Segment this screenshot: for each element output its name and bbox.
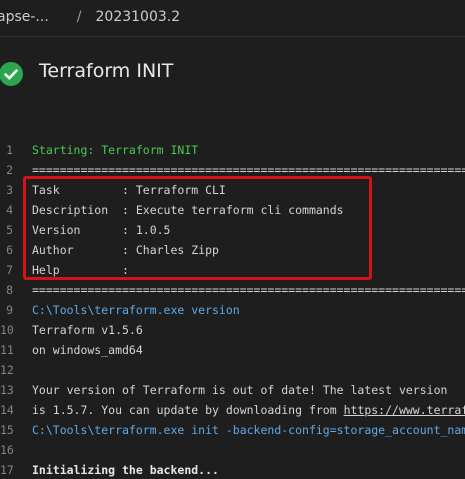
log-text: C:\Tools\terraform.exe version — [32, 300, 240, 320]
log-text-segment: ========================================… — [32, 163, 465, 177]
line-number: 16 — [0, 443, 14, 457]
line-number: 11 — [0, 343, 14, 357]
log-text-segment: Author : Charles Zipp — [32, 243, 219, 257]
log-text-segment: Help : — [32, 263, 129, 277]
log-text: ========================================… — [32, 280, 465, 300]
log-text-segment: ========================================… — [32, 283, 465, 297]
success-check-icon — [0, 62, 23, 86]
log-text: Version : 1.0.5 — [32, 220, 170, 240]
log-text-segment: C:\Tools\terraform.exe init -backend-con… — [32, 423, 465, 437]
log-text-segment: Version : 1.0.5 — [32, 223, 171, 237]
log-line: 4 Description : Execute terraform cli com… — [0, 200, 465, 220]
log-line: 6 Author : Charles Zipp — [0, 240, 465, 260]
log-text: Starting: Terraform INIT — [32, 140, 198, 160]
log-text-segment: is 1.5.7. You can update by downloading … — [32, 403, 344, 417]
line-number: 8 — [6, 283, 13, 297]
log-line: 2 =======================================… — [0, 160, 465, 180]
log-output[interactable]: 1 Starting: Terraform INIT 2 ==============… — [0, 140, 465, 479]
log-line: 12 — [0, 360, 465, 380]
log-text-segment: Your version of Terraform is out of date… — [32, 383, 448, 397]
log-text: Description : Execute terraform cli comm… — [32, 200, 344, 220]
line-number: 7 — [6, 263, 13, 277]
log-line: 17 Initializing the backend... — [0, 460, 465, 479]
line-number: 17 — [0, 463, 14, 477]
log-line: 7 Help : — [0, 260, 465, 280]
log-text-segment: Initializing the backend... — [32, 463, 219, 477]
log-text-segment: Description : Execute terraform cli comm… — [32, 203, 344, 217]
breadcrumb-run-link[interactable]: 20231003.2 — [96, 9, 181, 25]
log-line: 16 — [0, 440, 465, 460]
log-line: 13 Your version of Terraform is out of da… — [0, 380, 465, 400]
log-text: on windows_amd64 — [32, 340, 143, 360]
log-text-segment: Task : Terraform CLI — [32, 183, 226, 197]
line-number: 14 — [0, 403, 14, 417]
log-line: 10 Terraform v1.5.6 — [0, 320, 465, 340]
log-line: 8 =======================================… — [0, 280, 465, 300]
log-text: Help : — [32, 260, 129, 280]
line-number: 13 — [0, 383, 14, 397]
breadcrumb-pipeline-link[interactable]: apse-... — [0, 9, 49, 25]
log-text-segment: C:\Tools\terraform.exe version — [32, 303, 240, 317]
line-number: 3 — [6, 183, 13, 197]
log-line: 14 is 1.5.7. You can update by downloadin… — [0, 400, 465, 420]
log-line: 15 C:\Tools\terraform.exe init -backend-c… — [0, 420, 465, 440]
line-number: 1 — [6, 143, 13, 157]
log-text: ========================================… — [32, 160, 465, 180]
log-text: Your version of Terraform is out of date… — [32, 380, 447, 400]
log-text: Terraform v1.5.6 — [32, 320, 143, 340]
line-number: 4 — [6, 203, 13, 217]
line-number: 12 — [0, 363, 14, 377]
log-text: Task : Terraform CLI — [32, 180, 226, 200]
log-line: 3 Task : Terraform CLI — [0, 180, 465, 200]
download-link[interactable]: https://www.terraform.io/downloads.html — [344, 403, 465, 417]
line-number: 9 — [6, 303, 13, 317]
pipeline-log-view: apse-... / 20231003.2 Terraform INIT 1 St… — [0, 0, 465, 479]
log-line: 5 Version : 1.0.5 — [0, 220, 465, 240]
line-number: 5 — [6, 223, 13, 237]
header-divider — [0, 36, 465, 37]
log-text: Initializing the backend... — [32, 460, 219, 479]
log-text-segment: on windows_amd64 — [32, 343, 143, 357]
breadcrumb: apse-... / 20231003.2 — [0, 0, 465, 34]
log-line: 11 on windows_amd64 — [0, 340, 465, 360]
log-line: 1 Starting: Terraform INIT — [0, 140, 465, 160]
line-number: 15 — [0, 423, 14, 437]
line-number: 10 — [0, 323, 14, 337]
log-text-segment: Terraform v1.5.6 — [32, 323, 143, 337]
breadcrumb-separator: / — [76, 9, 82, 25]
log-text-segment: Starting: Terraform INIT — [32, 143, 199, 157]
log-text: is 1.5.7. You can update by downloading … — [32, 400, 465, 420]
log-line: 9 C:\Tools\terraform.exe version — [0, 300, 465, 320]
line-number: 2 — [6, 163, 13, 177]
task-title: Terraform INIT — [39, 60, 174, 82]
log-text: C:\Tools\terraform.exe init -backend-con… — [32, 420, 465, 440]
log-text: Author : Charles Zipp — [32, 240, 219, 260]
line-number: 6 — [6, 243, 13, 257]
